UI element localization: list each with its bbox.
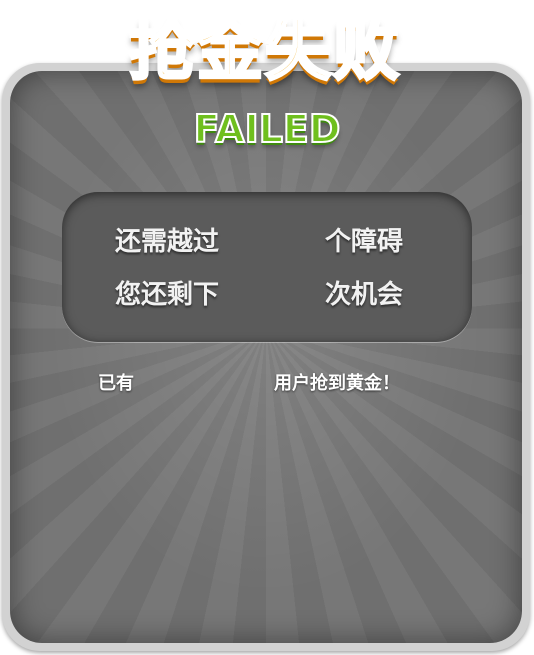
obstacles-suffix-label: 个障碍 — [325, 227, 404, 257]
title-failed: FAILED — [193, 106, 342, 152]
info-box — [62, 192, 472, 342]
chances-prefix-label: 您还剩下 — [115, 280, 220, 310]
winners-suffix-label: 用户抢到黄金！ — [274, 373, 400, 394]
title-grab-gold-failed: 抢金失败 — [128, 11, 401, 91]
winners-prefix-label: 已有 — [98, 373, 134, 394]
panel-sunburst-background — [10, 71, 522, 643]
obstacles-prefix-label: 还需越过 — [115, 227, 220, 257]
chances-suffix-label: 次机会 — [325, 280, 404, 310]
